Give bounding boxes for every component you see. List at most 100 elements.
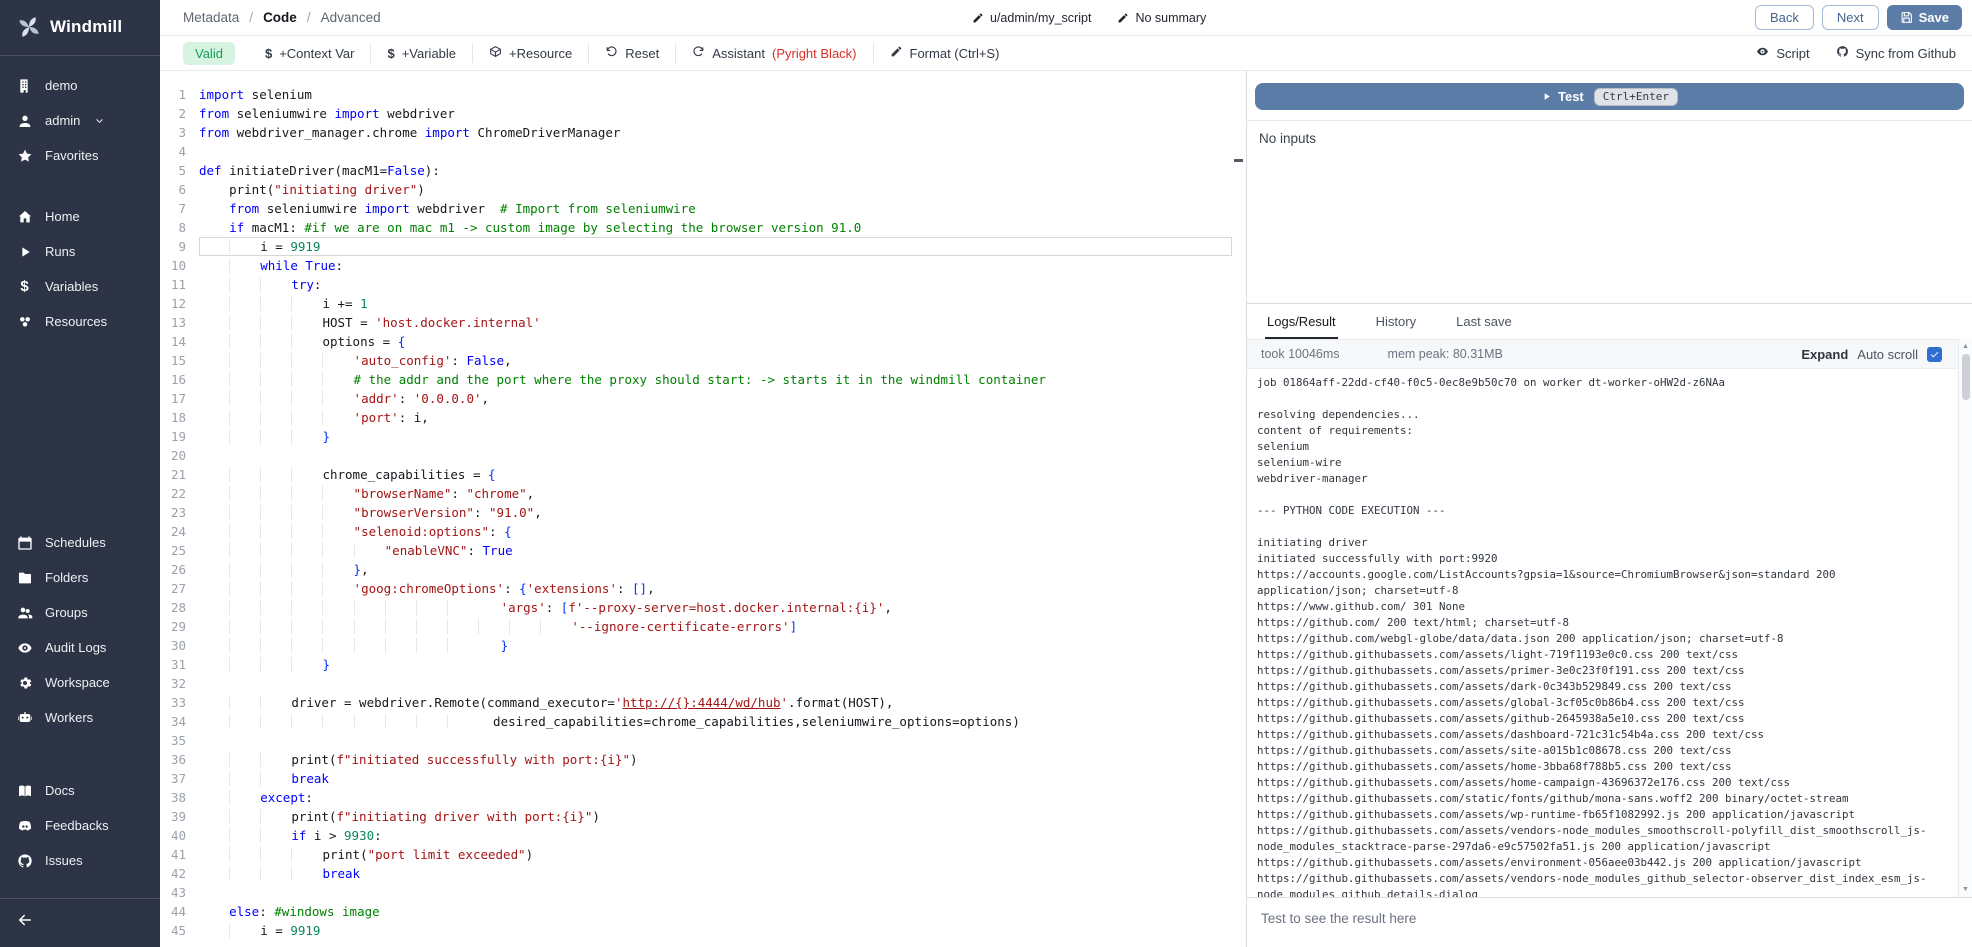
code-line[interactable]: 21 chrome_capabilities = { xyxy=(160,465,1246,484)
code-text: if macM1: #if we are on mac m1 -> custom… xyxy=(199,218,861,237)
toolbar-reset[interactable]: Reset xyxy=(588,43,675,63)
code-line[interactable]: 18 'port': i, xyxy=(160,408,1246,427)
sidebar-item-audit-logs[interactable]: Audit Logs xyxy=(0,630,160,665)
sidebar-item-groups[interactable]: Groups xyxy=(0,595,160,630)
code-line[interactable]: 39 print(f"initiating driver with port:{… xyxy=(160,807,1246,826)
sidebar-item-schedules[interactable]: Schedules xyxy=(0,525,160,560)
collapse-sidebar-icon[interactable] xyxy=(16,911,34,929)
sidebar-item-favorites[interactable]: Favorites xyxy=(0,138,160,173)
sidebar-item-variables[interactable]: $Variables xyxy=(0,269,160,304)
code-line[interactable]: 6 print("initiating driver") xyxy=(160,180,1246,199)
code-line[interactable]: 45 i = 9919 xyxy=(160,921,1246,940)
code-line[interactable]: 11 try: xyxy=(160,275,1246,294)
line-number: 39 xyxy=(160,807,199,826)
code-line[interactable]: 34 desired_capabilities=chrome_capabilit… xyxy=(160,712,1246,731)
code-line[interactable]: 25 "enableVNC": True xyxy=(160,541,1246,560)
code-line[interactable]: 42 break xyxy=(160,864,1246,883)
sidebar-item-runs[interactable]: Runs xyxy=(0,234,160,269)
sidebar-item-workspace[interactable]: Workspace xyxy=(0,665,160,700)
code-line[interactable]: 33 driver = webdriver.Remote(command_exe… xyxy=(160,693,1246,712)
test-button[interactable]: Test Ctrl+Enter xyxy=(1255,83,1964,110)
code-line[interactable]: 35 xyxy=(160,731,1246,750)
app-logo[interactable]: Windmill xyxy=(0,0,160,56)
code-line[interactable]: 24 "selenoid:options": { xyxy=(160,522,1246,541)
code-line[interactable]: 40 if i > 9930: xyxy=(160,826,1246,845)
code-line[interactable]: 9 i = 9919 xyxy=(160,237,1246,256)
sidebar-item-admin[interactable]: admin xyxy=(0,103,160,138)
toolbar-resource[interactable]: +Resource xyxy=(472,43,588,63)
code-line[interactable]: 20 xyxy=(160,446,1246,465)
code-line[interactable]: 37 break xyxy=(160,769,1246,788)
code-line[interactable]: 7 from seleniumwire import webdriver # I… xyxy=(160,199,1246,218)
code-line[interactable]: 1import selenium xyxy=(160,85,1246,104)
sidebar-item-resources[interactable]: Resources xyxy=(0,304,160,339)
code-line[interactable]: 15 'auto_config': False, xyxy=(160,351,1246,370)
code-line[interactable]: 23 "browserVersion": "91.0", xyxy=(160,503,1246,522)
script-path-edit[interactable]: u/admin/my_script xyxy=(972,11,1091,25)
code-line[interactable]: 2from seleniumwire import webdriver xyxy=(160,104,1246,123)
sidebar-item-docs[interactable]: Docs xyxy=(0,773,160,808)
code-line[interactable]: 19 } xyxy=(160,427,1246,446)
code-line[interactable]: 29 '--ignore-certificate-errors'] xyxy=(160,617,1246,636)
sidebar-item-feedbacks[interactable]: Feedbacks xyxy=(0,808,160,843)
logs-scrollbar[interactable]: ▲ ▼ xyxy=(1958,339,1972,897)
scroll-up-icon[interactable]: ▲ xyxy=(1962,339,1969,354)
log-line: initiating driver xyxy=(1257,535,1946,551)
code-line[interactable]: 17 'addr': '0.0.0.0', xyxy=(160,389,1246,408)
code-line[interactable]: 5def initiateDriver(macM1=False): xyxy=(160,161,1246,180)
scroll-down-icon[interactable]: ▼ xyxy=(1962,882,1969,897)
tab-last-save[interactable]: Last save xyxy=(1454,304,1514,339)
toolbar-context-var[interactable]: $+Context Var xyxy=(249,43,371,63)
code-line[interactable]: 36 print(f"initiated successfully with p… xyxy=(160,750,1246,769)
toolbar-variable[interactable]: $+Variable xyxy=(370,43,472,63)
editor-scrollbar[interactable] xyxy=(1232,71,1246,947)
code-line[interactable]: 10 while True: xyxy=(160,256,1246,275)
toolbar-format-ctrl-s[interactable]: Format (Ctrl+S) xyxy=(873,43,1016,63)
code-line[interactable]: 8 if macM1: #if we are on mac m1 -> cust… xyxy=(160,218,1246,237)
code-line[interactable]: 12 i += 1 xyxy=(160,294,1246,313)
tab-history[interactable]: History xyxy=(1374,304,1418,339)
code-line[interactable]: 16 # the addr and the port where the pro… xyxy=(160,370,1246,389)
code-line[interactable]: 30 } xyxy=(160,636,1246,655)
book-icon xyxy=(16,782,33,799)
toolbar-assistant[interactable]: Assistant (Pyright Black) xyxy=(675,43,872,63)
expand-button[interactable]: Expand xyxy=(1801,347,1848,362)
code-line[interactable]: 44 else: #windows image xyxy=(160,902,1246,921)
code-text: i += 1 xyxy=(199,294,368,313)
tab-logs-result[interactable]: Logs/Result xyxy=(1265,304,1338,339)
code-line[interactable]: 43 xyxy=(160,883,1246,902)
code-line[interactable]: 38 except: xyxy=(160,788,1246,807)
code-text: while True: xyxy=(199,256,343,275)
code-line[interactable]: 3from webdriver_manager.chrome import Ch… xyxy=(160,123,1246,142)
code-line[interactable]: 14 options = { xyxy=(160,332,1246,351)
code-line[interactable]: 26 }, xyxy=(160,560,1246,579)
code-line[interactable]: 22 "browserName": "chrome", xyxy=(160,484,1246,503)
code-text: import selenium xyxy=(199,85,312,104)
log-output[interactable]: job 01864aff-22dd-cf40-f0c5-0ec8e9b50c70… xyxy=(1247,369,1972,897)
code-line[interactable]: 41 print("port limit exceeded") xyxy=(160,845,1246,864)
code-line[interactable]: 32 xyxy=(160,674,1246,693)
tab-metadata[interactable]: Metadata xyxy=(183,10,239,25)
back-button[interactable]: Back xyxy=(1755,5,1814,30)
scrollbar-thumb[interactable] xyxy=(1962,354,1970,400)
code-line[interactable]: 4 xyxy=(160,142,1246,161)
autoscroll-checkbox[interactable] xyxy=(1927,347,1942,362)
code-line[interactable]: 27 'goog:chromeOptions': {'extensions': … xyxy=(160,579,1246,598)
sidebar-item-folders[interactable]: Folders xyxy=(0,560,160,595)
toolbar-script[interactable]: Script xyxy=(1756,43,1809,63)
tab-code[interactable]: Code xyxy=(263,10,297,25)
code-line[interactable]: 28 'args': [f'--proxy-server=host.docker… xyxy=(160,598,1246,617)
code-line[interactable]: 13 HOST = 'host.docker.internal' xyxy=(160,313,1246,332)
code-line[interactable]: 31 } xyxy=(160,655,1246,674)
code-editor[interactable]: 1import selenium2from seleniumwire impor… xyxy=(160,71,1246,947)
sidebar-item-workers[interactable]: Workers xyxy=(0,700,160,735)
sidebar-item-demo[interactable]: demo xyxy=(0,68,160,103)
toolbar-sync-from-github[interactable]: Sync from Github xyxy=(1836,43,1956,63)
log-line: https://www.github.com/ 301 None xyxy=(1257,599,1946,615)
tab-advanced[interactable]: Advanced xyxy=(321,10,381,25)
save-button[interactable]: Save xyxy=(1887,5,1962,30)
script-summary-edit[interactable]: No summary xyxy=(1117,11,1206,25)
next-button[interactable]: Next xyxy=(1822,5,1879,30)
sidebar-item-home[interactable]: Home xyxy=(0,199,160,234)
sidebar-item-issues[interactable]: Issues xyxy=(0,843,160,878)
